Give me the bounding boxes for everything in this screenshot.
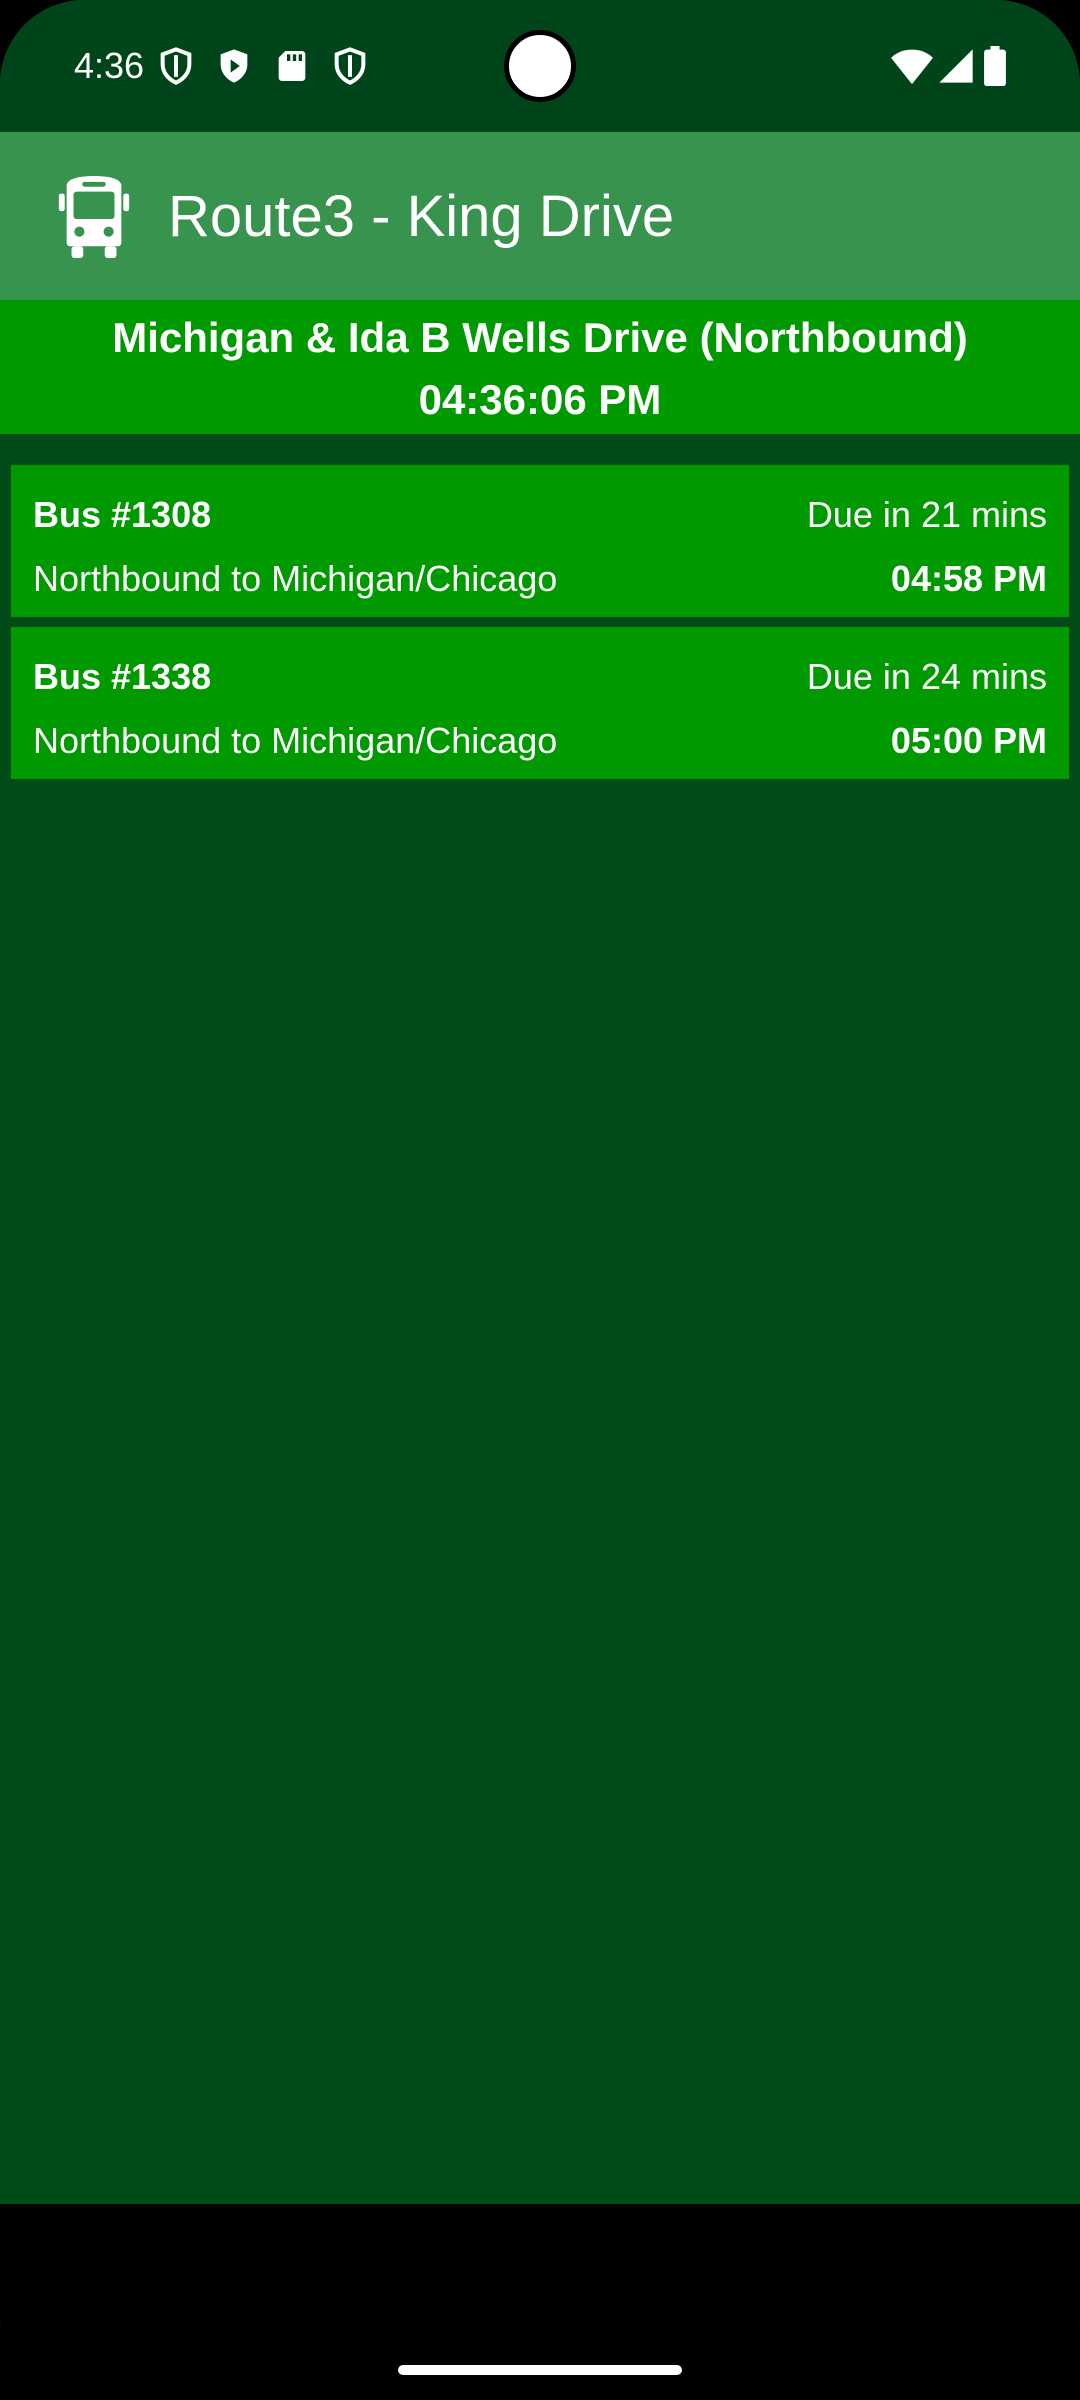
app-bar: Route3 - King Drive — [0, 132, 1080, 300]
play-shield-icon — [214, 46, 254, 86]
bus-number: Bus #1308 — [33, 494, 212, 535]
status-bar: 4:36 — [0, 0, 1080, 132]
status-time: 4:36 — [74, 45, 145, 86]
arrival-card[interactable]: Bus #1338 Due in 24 mins Northbound to M… — [11, 627, 1069, 779]
current-time: 04:36:06 PM — [418, 376, 662, 423]
arrival-time: 04:58 PM — [890, 558, 1047, 599]
bus-icon — [54, 176, 134, 258]
wifi-icon — [890, 46, 934, 86]
stop-name: Michigan & Ida B Wells Drive (Northbound… — [112, 314, 968, 361]
bus-number: Bus #1338 — [33, 656, 212, 697]
sd-card-icon — [272, 46, 312, 86]
app-screen: 4:36 Route3 - King Drive Michigan & Ida … — [0, 0, 1080, 2400]
shield-outline-icon — [330, 46, 370, 86]
arrival-time: 05:00 PM — [890, 720, 1047, 761]
stop-header: Michigan & Ida B Wells Drive (Northbound… — [0, 300, 1080, 434]
destination-text: Northbound to Michigan/Chicago — [33, 558, 558, 599]
arrival-card[interactable]: Bus #1308 Due in 21 mins Northbound to M… — [11, 465, 1069, 617]
due-in-text: Due in 21 mins — [806, 494, 1047, 535]
route-title: Route3 - King Drive — [168, 184, 675, 249]
camera-cutout — [504, 30, 576, 102]
home-indicator[interactable] — [398, 2365, 682, 2375]
battery-icon — [984, 46, 1006, 86]
due-in-text: Due in 24 mins — [806, 656, 1047, 697]
shield-outline-icon — [156, 46, 196, 86]
destination-text: Northbound to Michigan/Chicago — [33, 720, 558, 761]
arrivals-list: Bus #1308 Due in 21 mins Northbound to M… — [11, 465, 1069, 789]
cell-signal-icon — [936, 46, 976, 86]
